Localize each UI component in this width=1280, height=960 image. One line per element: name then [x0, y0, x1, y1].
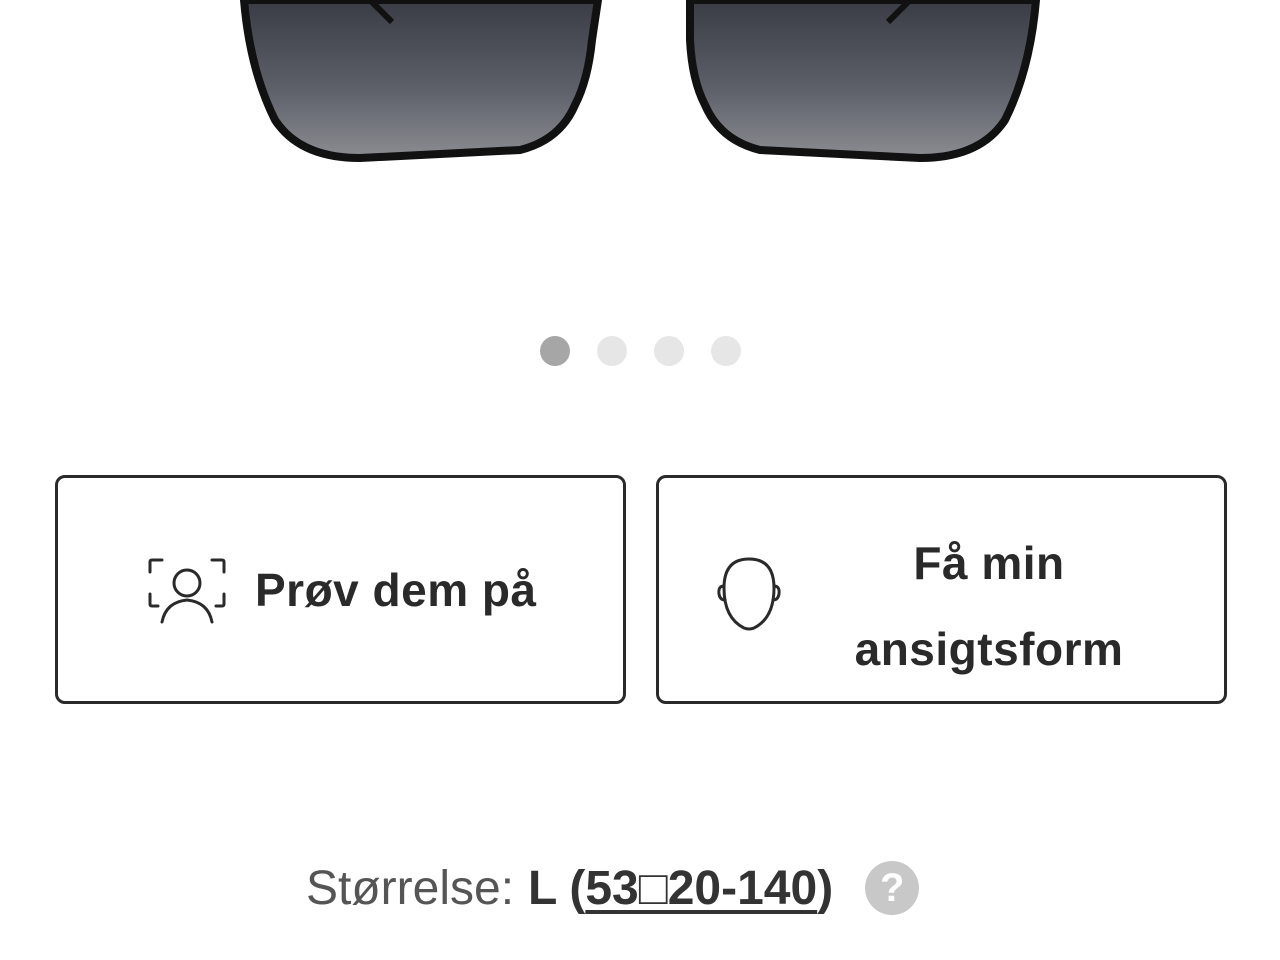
size-info: Størrelse: L ( 53□20-140 ) ?: [306, 858, 920, 918]
size-close-paren: ): [817, 861, 834, 915]
question-circle-icon[interactable]: ?: [865, 861, 920, 915]
carousel-dots: [540, 336, 741, 366]
carousel-dot-2[interactable]: [597, 336, 627, 366]
size-label: Størrelse:: [306, 861, 515, 915]
carousel-dot-1[interactable]: [540, 336, 570, 366]
try-on-label: Prøv dem på: [255, 564, 537, 616]
product-image[interactable]: [0, 0, 1280, 300]
face-shape-label: Få min ansigtsform: [829, 520, 1149, 692]
face-shape-button[interactable]: Få min ansigtsform: [656, 475, 1227, 704]
sunglasses-image: [239, 0, 1041, 163]
carousel-dot-4[interactable]: [711, 336, 741, 366]
face-shape-label-line1: Få min: [913, 537, 1065, 589]
try-on-button[interactable]: Prøv dem på: [55, 475, 626, 704]
carousel-dot-3[interactable]: [654, 336, 684, 366]
face-outline-icon: [716, 556, 782, 637]
size-value: L: [528, 861, 558, 915]
size-open-paren: (: [569, 861, 586, 915]
product-page: Prøv dem på Få min ansigtsform Størrelse…: [0, 0, 1280, 960]
face-shape-label-line2: ansigtsform: [854, 623, 1124, 675]
size-dimensions-link[interactable]: 53□20-140: [585, 861, 817, 916]
face-scan-icon: [148, 558, 226, 629]
